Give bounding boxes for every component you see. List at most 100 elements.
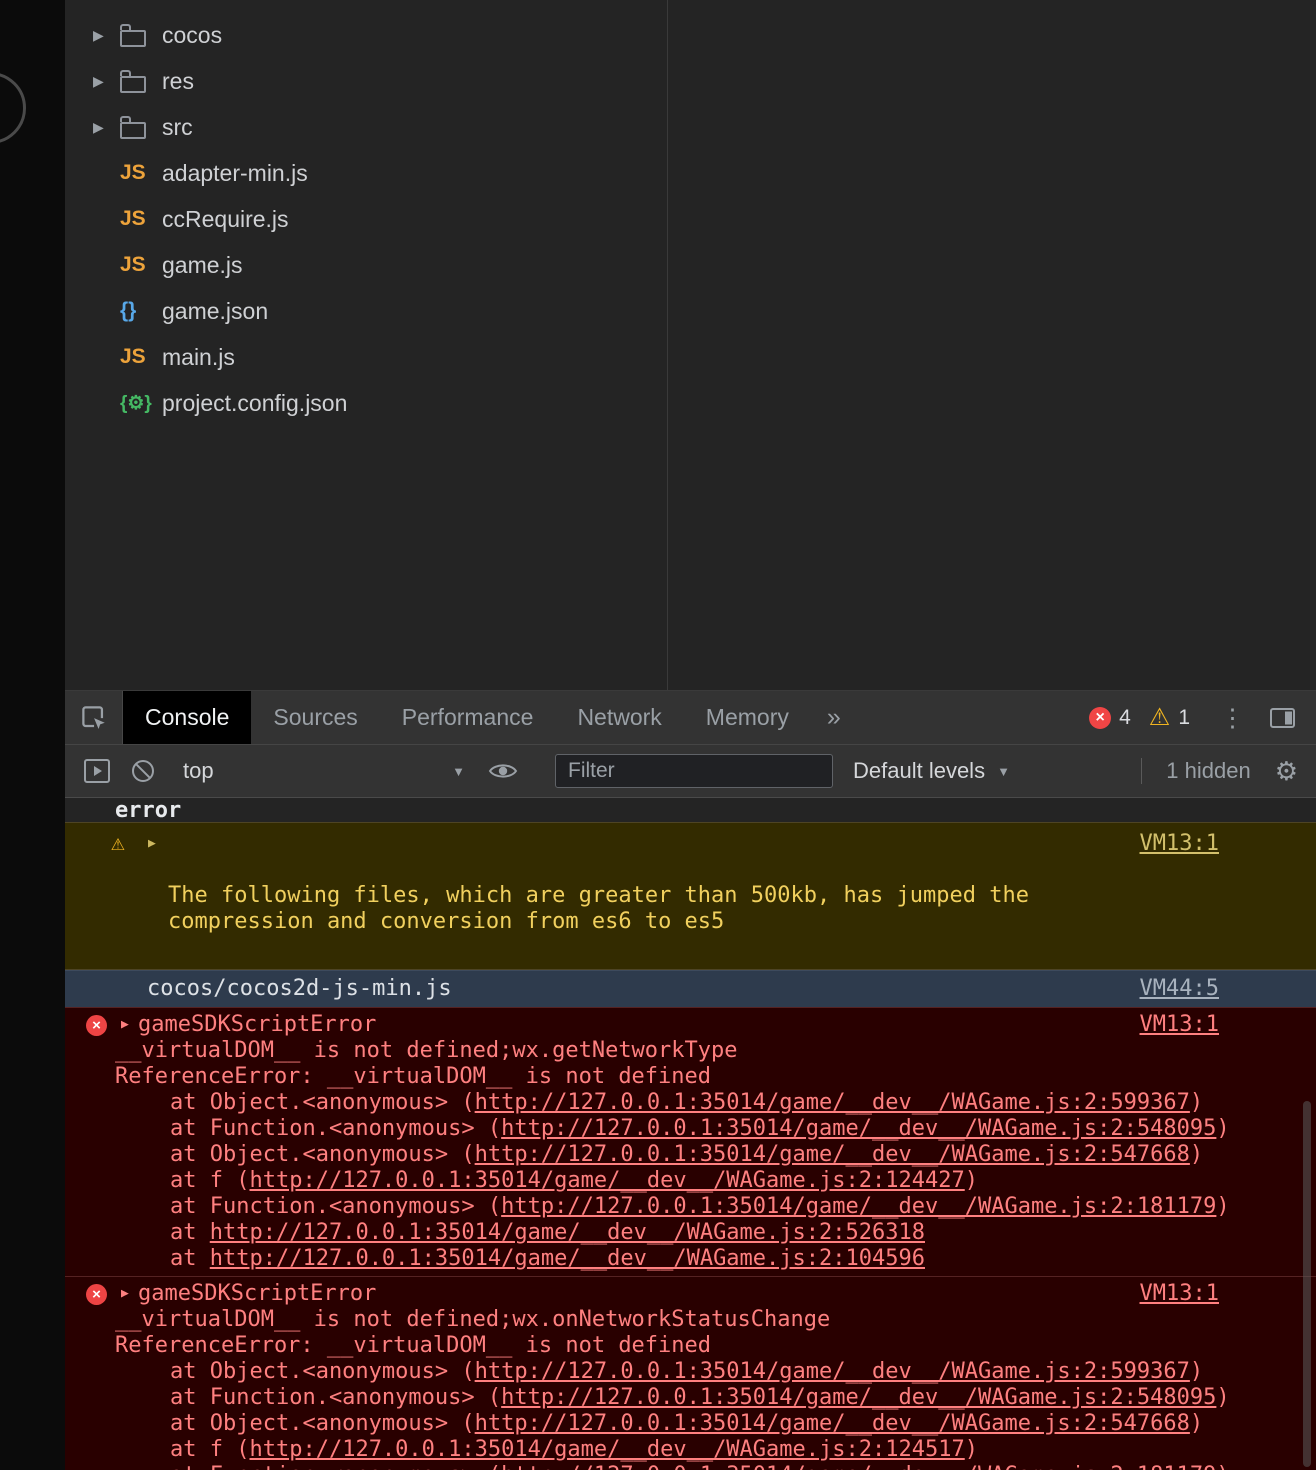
console-error-list: VM13:1 × ▶ gameSDKScriptError __virtualD… xyxy=(65,1007,1316,1470)
warning-icon: ⚠ xyxy=(111,832,125,855)
file-label: res xyxy=(162,68,194,95)
file-label: game.json xyxy=(162,298,268,325)
tab-console[interactable]: Console xyxy=(123,691,251,744)
console-log-row[interactable]: cocos/cocos2d-js-min.js VM44:5 xyxy=(65,970,1316,1007)
file-tree-item-cocos[interactable]: ▶ cocos xyxy=(65,12,667,58)
file-type-icon: JS xyxy=(120,161,162,185)
file-label: adapter-min.js xyxy=(162,160,308,187)
stack-frame-link[interactable]: http://127.0.0.1:35014/game/__dev__/WAGa… xyxy=(475,1411,1190,1436)
tab-memory[interactable]: Memory xyxy=(684,691,811,744)
stack-frame: at Object.<anonymous> (http://127.0.0.1:… xyxy=(65,1359,1286,1385)
console-error-message[interactable]: VM13:1 × ▶ gameSDKScriptError __virtualD… xyxy=(65,1276,1316,1470)
error-reference-text: ReferenceError: __virtualDOM__ is not de… xyxy=(65,1333,1286,1359)
error-reference-text: ReferenceError: __virtualDOM__ is not de… xyxy=(65,1064,1286,1090)
error-header: × ▶ gameSDKScriptError xyxy=(65,1281,1286,1307)
error-count[interactable]: 4 xyxy=(1119,706,1131,730)
inspect-element-button[interactable] xyxy=(65,691,123,744)
tab-bar-right-controls: × 4 ⚠ 1 ⋮ xyxy=(1089,691,1316,744)
stack-frame: at Object.<anonymous> (http://127.0.0.1:… xyxy=(65,1411,1286,1437)
stack-trace: at Object.<anonymous> (http://127.0.0.1:… xyxy=(65,1359,1286,1470)
expand-arrow-icon[interactable]: ▶ xyxy=(148,831,156,857)
javascript-context-select[interactable]: top ▼ xyxy=(173,758,473,784)
sources-editor-empty-pane xyxy=(669,0,1316,690)
stack-frame: at f (http://127.0.0.1:35014/game/__dev_… xyxy=(65,1168,1286,1194)
more-tabs-button[interactable]: » xyxy=(811,691,857,744)
disclosure-arrow-icon[interactable]: ▶ xyxy=(93,27,120,44)
console-error-message[interactable]: VM13:1 × ▶ gameSDKScriptError __virtualD… xyxy=(65,1007,1316,1276)
create-live-expression-button[interactable] xyxy=(487,755,519,787)
disclosure-arrow-icon[interactable]: ▶ xyxy=(93,73,120,90)
file-tree-item-game.json[interactable]: {} game.json xyxy=(65,288,667,334)
devtools-window: ▶ cocos ▶ res ▶ src JS adapter-min.js JS… xyxy=(65,0,1316,1470)
file-tree-item-main.js[interactable]: JS main.js xyxy=(65,334,667,380)
file-type-icon xyxy=(120,69,162,93)
chevron-down-icon: ▼ xyxy=(997,764,1010,779)
console-panel: ConsoleSourcesPerformanceNetworkMemory »… xyxy=(65,691,1316,1470)
stack-frame-link[interactable]: http://127.0.0.1:35014/game/__dev__/WAGa… xyxy=(475,1090,1190,1115)
console-settings-icon[interactable]: ⚙ xyxy=(1275,758,1298,784)
console-filter-input[interactable] xyxy=(555,754,833,788)
scrollbar-thumb[interactable] xyxy=(1303,1101,1311,1467)
stack-frame-link[interactable]: http://127.0.0.1:35014/game/__dev__/WAGa… xyxy=(210,1246,925,1271)
file-tree-item-game.js[interactable]: JS game.js xyxy=(65,242,667,288)
error-icon: × xyxy=(86,1284,107,1305)
file-label: game.js xyxy=(162,252,243,279)
eye-icon xyxy=(488,760,518,782)
stack-frame-link[interactable]: http://127.0.0.1:35014/game/__dev__/WAGa… xyxy=(249,1437,964,1462)
devtools-menu-icon[interactable]: ⋮ xyxy=(1208,703,1257,733)
console-partial-message[interactable]: error xyxy=(65,798,1316,822)
inspect-icon xyxy=(80,704,107,731)
stack-frame-link[interactable]: http://127.0.0.1:35014/game/__dev__/WAGa… xyxy=(475,1359,1190,1384)
file-tree-item-res[interactable]: ▶ res xyxy=(65,58,667,104)
stack-frame: at Object.<anonymous> (http://127.0.0.1:… xyxy=(65,1142,1286,1168)
stack-trace: at Object.<anonymous> (http://127.0.0.1:… xyxy=(65,1090,1286,1272)
file-type-icon: {} xyxy=(120,299,162,323)
file-type-icon: JS xyxy=(120,207,162,231)
expand-arrow-icon[interactable]: ▶ xyxy=(121,1281,129,1307)
stack-frame: at Function.<anonymous> (http://127.0.0.… xyxy=(65,1385,1286,1411)
file-navigator: ▶ cocos ▶ res ▶ src JS adapter-min.js JS… xyxy=(65,0,668,690)
stack-frame-link[interactable]: http://127.0.0.1:35014/game/__dev__/WAGa… xyxy=(249,1168,964,1193)
expand-arrow-icon[interactable]: ▶ xyxy=(121,1012,129,1038)
dock-side-button[interactable] xyxy=(1265,706,1300,730)
stack-frame-link[interactable]: http://127.0.0.1:35014/game/__dev__/WAGa… xyxy=(501,1116,1216,1141)
file-tree-item-adapter-min.js[interactable]: JS adapter-min.js xyxy=(65,150,667,196)
file-tree-item-ccRequire.js[interactable]: JS ccRequire.js xyxy=(65,196,667,242)
file-tree-item-src[interactable]: ▶ src xyxy=(65,104,667,150)
warning-count-icon[interactable]: ⚠ xyxy=(1149,706,1171,730)
stack-frame-link[interactable]: http://127.0.0.1:35014/game/__dev__/WAGa… xyxy=(210,1220,925,1245)
error-title: gameSDKScriptError xyxy=(138,1012,376,1037)
file-label: src xyxy=(162,114,193,141)
stack-frame: at f (http://127.0.0.1:35014/game/__dev_… xyxy=(65,1437,1286,1463)
tab-network[interactable]: Network xyxy=(555,691,683,744)
stack-frame-link[interactable]: http://127.0.0.1:35014/game/__dev__/WAGa… xyxy=(475,1142,1190,1167)
stack-frame-link[interactable]: http://127.0.0.1:35014/game/__dev__/WAGa… xyxy=(501,1463,1216,1470)
log-source-link[interactable]: VM44:5 xyxy=(1140,976,1219,1002)
console-scrollbar[interactable] xyxy=(1301,800,1313,1468)
console-sidebar-toggle-button[interactable] xyxy=(81,755,113,787)
file-label: cocos xyxy=(162,22,222,49)
tab-performance[interactable]: Performance xyxy=(380,691,556,744)
console-warning-message[interactable]: ⚠ ▶The following files, which are greate… xyxy=(65,822,1316,970)
file-type-icon: JS xyxy=(120,345,162,369)
disclosure-arrow-icon[interactable]: ▶ xyxy=(93,119,120,136)
console-messages: error ⚠ ▶The following files, which are … xyxy=(65,798,1316,1470)
error-count-icon[interactable]: × xyxy=(1089,707,1111,729)
page-behind-strip xyxy=(0,0,65,1470)
stack-frame: at http://127.0.0.1:35014/game/__dev__/W… xyxy=(65,1246,1286,1272)
file-tree-item-project.config.json[interactable]: {⚙} project.config.json xyxy=(65,380,667,426)
error-title: gameSDKScriptError xyxy=(138,1281,376,1306)
stack-frame-link[interactable]: http://127.0.0.1:35014/game/__dev__/WAGa… xyxy=(501,1385,1216,1410)
clear-console-button[interactable] xyxy=(127,755,159,787)
error-icon: × xyxy=(86,1015,107,1036)
error-message-text: __virtualDOM__ is not defined;wx.getNetw… xyxy=(65,1038,1286,1064)
log-levels-select[interactable]: Default levels ▼ xyxy=(853,758,1010,784)
warning-count[interactable]: 1 xyxy=(1178,706,1190,730)
stack-frame-link[interactable]: http://127.0.0.1:35014/game/__dev__/WAGa… xyxy=(501,1194,1216,1219)
warning-source-link[interactable]: VM13:1 xyxy=(1140,831,1219,857)
hidden-messages-label[interactable]: 1 hidden xyxy=(1166,758,1250,784)
tabs-container: ConsoleSourcesPerformanceNetworkMemory xyxy=(123,691,811,744)
error-header: × ▶ gameSDKScriptError xyxy=(65,1012,1286,1038)
log-levels-value: Default levels xyxy=(853,758,985,784)
tab-sources[interactable]: Sources xyxy=(251,691,379,744)
